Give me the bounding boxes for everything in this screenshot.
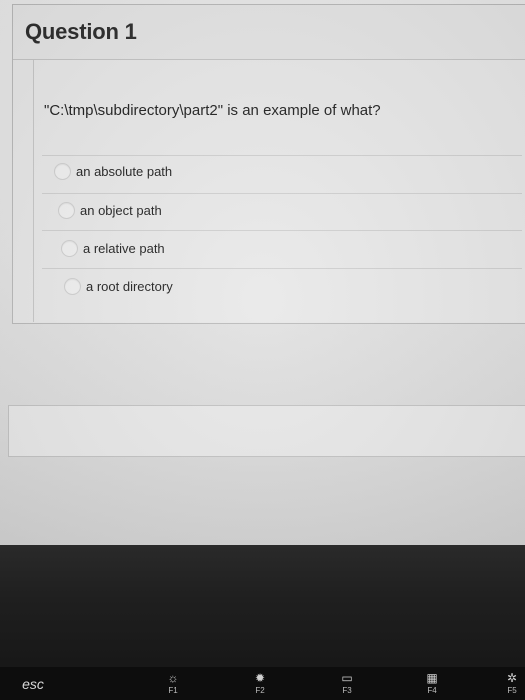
question-prompt: "C:\tmp\subdirectory\part2" is an exampl… (44, 102, 381, 119)
screen: Question 1 "C:\tmp\subdirectory\part2" i… (0, 0, 525, 545)
f1-label: F1 (168, 686, 178, 695)
f1-key[interactable]: ☼ F1 (158, 667, 188, 700)
divider (42, 230, 522, 231)
f3-label: F3 (342, 686, 352, 695)
option-relative-path[interactable]: a relative path (61, 234, 165, 262)
f3-key[interactable]: ▭ F3 (332, 667, 362, 700)
next-question-box[interactable] (8, 405, 525, 457)
radio-button[interactable] (64, 277, 81, 295)
launchpad-icon: ▦ (426, 671, 438, 685)
brightness-down-icon: ☼ (167, 671, 179, 685)
option-absolute-path[interactable]: an absolute path (54, 157, 172, 185)
divider (42, 155, 522, 156)
question-title: Question 1 (25, 19, 137, 44)
question-body: "C:\tmp\subdirectory\part2" is an exampl… (33, 60, 525, 322)
brightness-up-icon: ✹ (254, 671, 266, 685)
option-root-directory[interactable]: a root directory (64, 272, 173, 300)
f2-key[interactable]: ✹ F2 (245, 667, 275, 700)
option-label: a relative path (83, 240, 165, 256)
esc-key[interactable]: esc (18, 667, 48, 700)
keyboard-backlight-icon: ✲ (506, 671, 518, 685)
question-header: Question 1 (13, 5, 525, 60)
option-label: a root directory (86, 278, 173, 294)
esc-label: esc (22, 675, 44, 692)
f2-label: F2 (255, 686, 265, 695)
f5-key[interactable]: ✲ F5 (500, 667, 524, 700)
divider (42, 193, 522, 194)
radio-button[interactable] (54, 162, 71, 180)
f4-key[interactable]: ▦ F4 (417, 667, 447, 700)
radio-button[interactable] (61, 239, 78, 257)
f5-label: F5 (507, 686, 517, 695)
touch-bar: esc ☼ F1 ✹ F2 ▭ F3 ▦ F4 ✲ F5 (0, 667, 525, 700)
option-object-path[interactable]: an object path (58, 196, 162, 224)
mission-control-icon: ▭ (341, 671, 353, 685)
divider (42, 268, 522, 269)
option-label: an absolute path (76, 163, 173, 179)
option-label: an object path (80, 202, 162, 218)
f4-label: F4 (427, 686, 437, 695)
question-card: Question 1 "C:\tmp\subdirectory\part2" i… (12, 4, 525, 324)
radio-button[interactable] (58, 201, 75, 219)
